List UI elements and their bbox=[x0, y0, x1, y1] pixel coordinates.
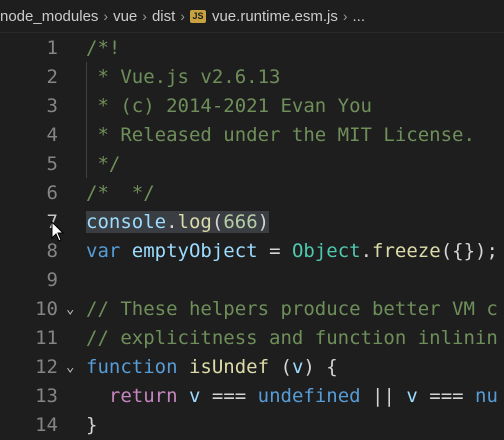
code-line[interactable]: 5 */ bbox=[0, 150, 504, 179]
code-token: ) bbox=[257, 211, 270, 233]
code-token: || bbox=[360, 385, 407, 407]
code-token: ({}); bbox=[440, 240, 498, 262]
javascript-file-icon: JS bbox=[189, 9, 206, 23]
code-token: function bbox=[86, 356, 178, 378]
code-token: v bbox=[406, 385, 418, 407]
code-token: return bbox=[108, 385, 178, 407]
chevron-down-icon[interactable]: ⌄ bbox=[66, 295, 80, 324]
code-token: === bbox=[417, 385, 476, 407]
line-number: 10 bbox=[35, 298, 58, 320]
code-text: * (c) 2014-2021 Evan You bbox=[86, 92, 372, 121]
line-number: 12 bbox=[35, 356, 58, 378]
code-token: 666 bbox=[223, 211, 258, 233]
code-token: * Vue.js v2.6.13 bbox=[86, 66, 281, 88]
code-token: // explicitness and function inlinin bbox=[86, 327, 498, 349]
code-text: /* */ bbox=[86, 179, 155, 208]
chevron-right-icon: › bbox=[180, 8, 185, 24]
code-text: * Released under the MIT License. bbox=[86, 121, 475, 150]
code-text: function isUndef (v) { bbox=[86, 353, 338, 382]
code-token: /*! bbox=[86, 37, 121, 59]
code-token: v bbox=[188, 385, 201, 407]
code-token: * (c) 2014-2021 Evan You bbox=[86, 95, 372, 117]
chevron-right-icon: › bbox=[342, 8, 348, 24]
code-line[interactable]: 13 return v === undefined || v === nu bbox=[0, 382, 504, 411]
code-token: isUndef bbox=[188, 356, 270, 378]
code-token: /* */ bbox=[86, 182, 155, 204]
code-token: === bbox=[200, 385, 258, 407]
code-line[interactable]: 9 bbox=[0, 266, 504, 295]
breadcrumb-item-file[interactable]: vue.runtime.esm.js bbox=[212, 8, 338, 25]
code-text: // These helpers produce better VM c bbox=[86, 295, 498, 324]
breadcrumb: node_modules › vue › dist › JS vue.runti… bbox=[0, 0, 504, 33]
code-token: . bbox=[360, 240, 373, 262]
code-token: v bbox=[291, 356, 304, 378]
code-token: ) { bbox=[303, 356, 338, 378]
code-token: emptyObject bbox=[131, 240, 258, 262]
chevron-right-icon: › bbox=[142, 8, 147, 24]
breadcrumb-item-node-modules[interactable]: node_modules bbox=[0, 8, 98, 25]
code-text: * Vue.js v2.6.13 bbox=[86, 63, 280, 92]
code-line[interactable]: 11 // explicitness and function inlinin bbox=[0, 324, 504, 353]
code-line[interactable]: 4 * Released under the MIT License. bbox=[0, 121, 504, 150]
chevron-down-icon[interactable]: ⌄ bbox=[66, 353, 80, 382]
code-line[interactable]: 10 ⌄ // These helpers produce better VM c bbox=[0, 295, 504, 324]
breadcrumb-item-vue[interactable]: vue bbox=[113, 8, 137, 25]
code-token: Object bbox=[291, 240, 361, 262]
code-editor[interactable]: 1/*! 2 * Vue.js v2.6.13 3 * (c) 2014-2021 … bbox=[0, 33, 504, 436]
code-token: var bbox=[86, 240, 121, 262]
mouse-pointer-icon bbox=[51, 221, 65, 242]
line-number: 2 bbox=[46, 66, 58, 88]
code-token: freeze bbox=[372, 240, 441, 262]
code-token: * Released under the MIT License. bbox=[86, 124, 475, 146]
code-line[interactable]: 12 ⌄ function isUndef (v) { bbox=[0, 353, 504, 382]
line-number: 9 bbox=[46, 269, 58, 291]
code-token: console bbox=[86, 211, 167, 233]
code-text: */ bbox=[86, 150, 120, 179]
line-number: 13 bbox=[35, 385, 58, 407]
line-number: 6 bbox=[46, 182, 58, 204]
code-line[interactable]: 2 * Vue.js v2.6.13 bbox=[0, 63, 504, 92]
code-token: = bbox=[257, 240, 292, 262]
code-text: return v === undefined || v === nu bbox=[86, 382, 498, 411]
line-number: 4 bbox=[46, 124, 58, 146]
code-text: /*! bbox=[86, 34, 120, 63]
line-number: 8 bbox=[46, 240, 58, 262]
code-token: log bbox=[177, 211, 212, 233]
line-number: 1 bbox=[46, 37, 58, 59]
code-token: nu bbox=[475, 385, 498, 407]
code-token: ( bbox=[211, 211, 224, 233]
code-line[interactable]: 1 /*! bbox=[0, 34, 504, 63]
code-text: var emptyObject = Object.freeze({}); bbox=[86, 237, 498, 266]
line-number: 7 bbox=[0, 208, 58, 237]
code-line[interactable]: 6 /* */ bbox=[0, 179, 504, 208]
code-token: undefined bbox=[257, 385, 361, 407]
code-token: // These helpers produce better VM c bbox=[86, 298, 498, 320]
chevron-right-icon: › bbox=[103, 8, 109, 24]
code-line[interactable]: 8 var emptyObject = Object.freeze({}); bbox=[0, 237, 504, 266]
code-token: } bbox=[86, 414, 98, 436]
code-token: ( bbox=[269, 356, 292, 378]
code-line[interactable]: 3 * (c) 2014-2021 Evan You bbox=[0, 92, 504, 121]
code-text: console.log(666) bbox=[86, 208, 270, 237]
code-token: */ bbox=[86, 153, 121, 175]
code-line[interactable]: 7 console.log(666) bbox=[0, 208, 504, 237]
code-text: // explicitness and function inlinin bbox=[86, 324, 498, 353]
breadcrumb-item-more[interactable]: ... bbox=[353, 8, 366, 25]
breadcrumb-item-dist[interactable]: dist bbox=[152, 8, 175, 25]
line-number: 11 bbox=[35, 327, 58, 349]
line-number: 5 bbox=[46, 153, 58, 175]
line-number: 3 bbox=[46, 95, 58, 117]
code-token: . bbox=[166, 211, 178, 233]
